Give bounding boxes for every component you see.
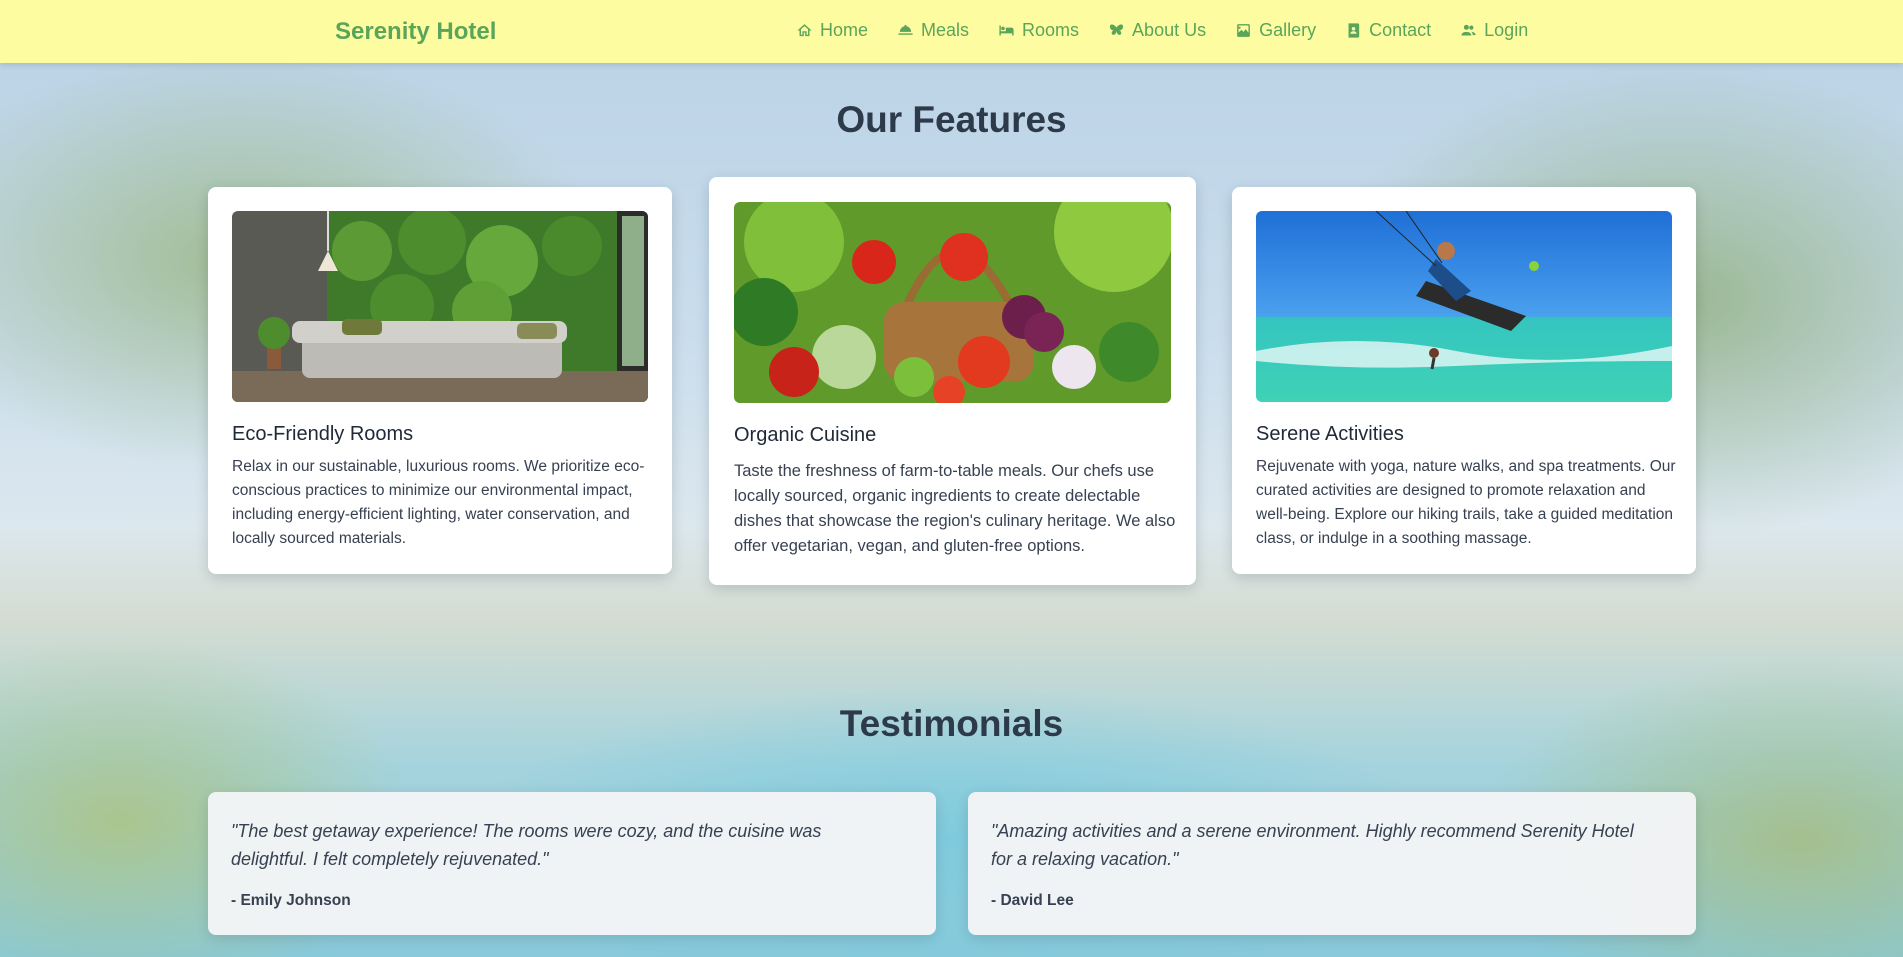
nav-label-about: About Us — [1132, 20, 1207, 40]
testimonial-author: - Emily Johnson — [231, 892, 351, 909]
testimonial-card: "The best getaway experience! The rooms … — [208, 792, 936, 935]
features-title: Our Features — [836, 99, 1067, 140]
feature-card-organic-cuisine: Organic Cuisine Taste the freshness of f… — [709, 177, 1196, 585]
feature-card-serene-activities: Serene Activities Rejuvenate with yoga, … — [1232, 187, 1696, 574]
feature-text-eco-rooms: Relax in our sustainable, luxurious room… — [232, 458, 645, 547]
cloche-icon — [898, 24, 913, 35]
nav-label-meals: Meals — [921, 20, 970, 40]
kitesurfing-illustration — [1256, 211, 1672, 402]
nav-label-gallery: Gallery — [1259, 20, 1317, 40]
organic-cuisine-image — [734, 202, 1171, 403]
nav-item-gallery[interactable]: Gallery — [1235, 20, 1316, 41]
feature-card-eco-rooms: Eco-Friendly Rooms Relax in our sustaina… — [208, 187, 672, 574]
nav-item-home[interactable]: Home — [796, 20, 868, 41]
images-icon — [1237, 24, 1250, 37]
feature-text-serene-activities: Rejuvenate with yoga, nature walks, and … — [1256, 458, 1676, 547]
vegetable-basket-illustration — [734, 202, 1171, 403]
navbar: Serenity Hotel Home Meals Rooms About Us… — [0, 0, 1903, 63]
users-icon — [1461, 24, 1476, 36]
nav-item-meals[interactable]: Meals — [897, 20, 969, 41]
feature-text-organic-cuisine: Taste the freshness of farm-to-table mea… — [734, 462, 1176, 555]
nav-item-login[interactable]: Login — [1460, 20, 1528, 41]
bed-icon — [999, 25, 1014, 36]
feature-title-eco-rooms: Eco-Friendly Rooms — [232, 423, 414, 445]
contact-book-icon — [1348, 23, 1360, 38]
nav-item-contact[interactable]: Contact — [1345, 20, 1431, 41]
nav-label-login: Login — [1484, 20, 1529, 40]
brand-logo-text[interactable]: Serenity Hotel — [335, 18, 496, 46]
feature-title-organic-cuisine: Organic Cuisine — [734, 424, 877, 446]
main-nav: Home Meals Rooms About Us Gallery Contac… — [796, 20, 1557, 41]
nav-label-rooms: Rooms — [1022, 20, 1080, 40]
testimonials-title: Testimonials — [839, 703, 1064, 744]
testimonial-quote: "The best getaway experience! The rooms … — [231, 821, 822, 869]
nav-label-contact: Contact — [1369, 20, 1432, 40]
testimonial-author: - David Lee — [991, 892, 1074, 909]
serene-activities-image — [1256, 211, 1672, 402]
nav-label-home: Home — [820, 20, 869, 40]
home-icon — [797, 24, 812, 37]
living-room-green-wall-illustration — [232, 211, 648, 402]
eco-room-image — [232, 211, 648, 402]
testimonial-card: "Amazing activities and a serene environ… — [968, 792, 1696, 935]
butterfly-icon — [1109, 24, 1124, 35]
nav-item-about[interactable]: About Us — [1108, 20, 1206, 41]
testimonial-quote: "Amazing activities and a serene environ… — [991, 821, 1634, 869]
nav-item-rooms[interactable]: Rooms — [998, 20, 1079, 41]
feature-title-serene-activities: Serene Activities — [1256, 423, 1404, 445]
